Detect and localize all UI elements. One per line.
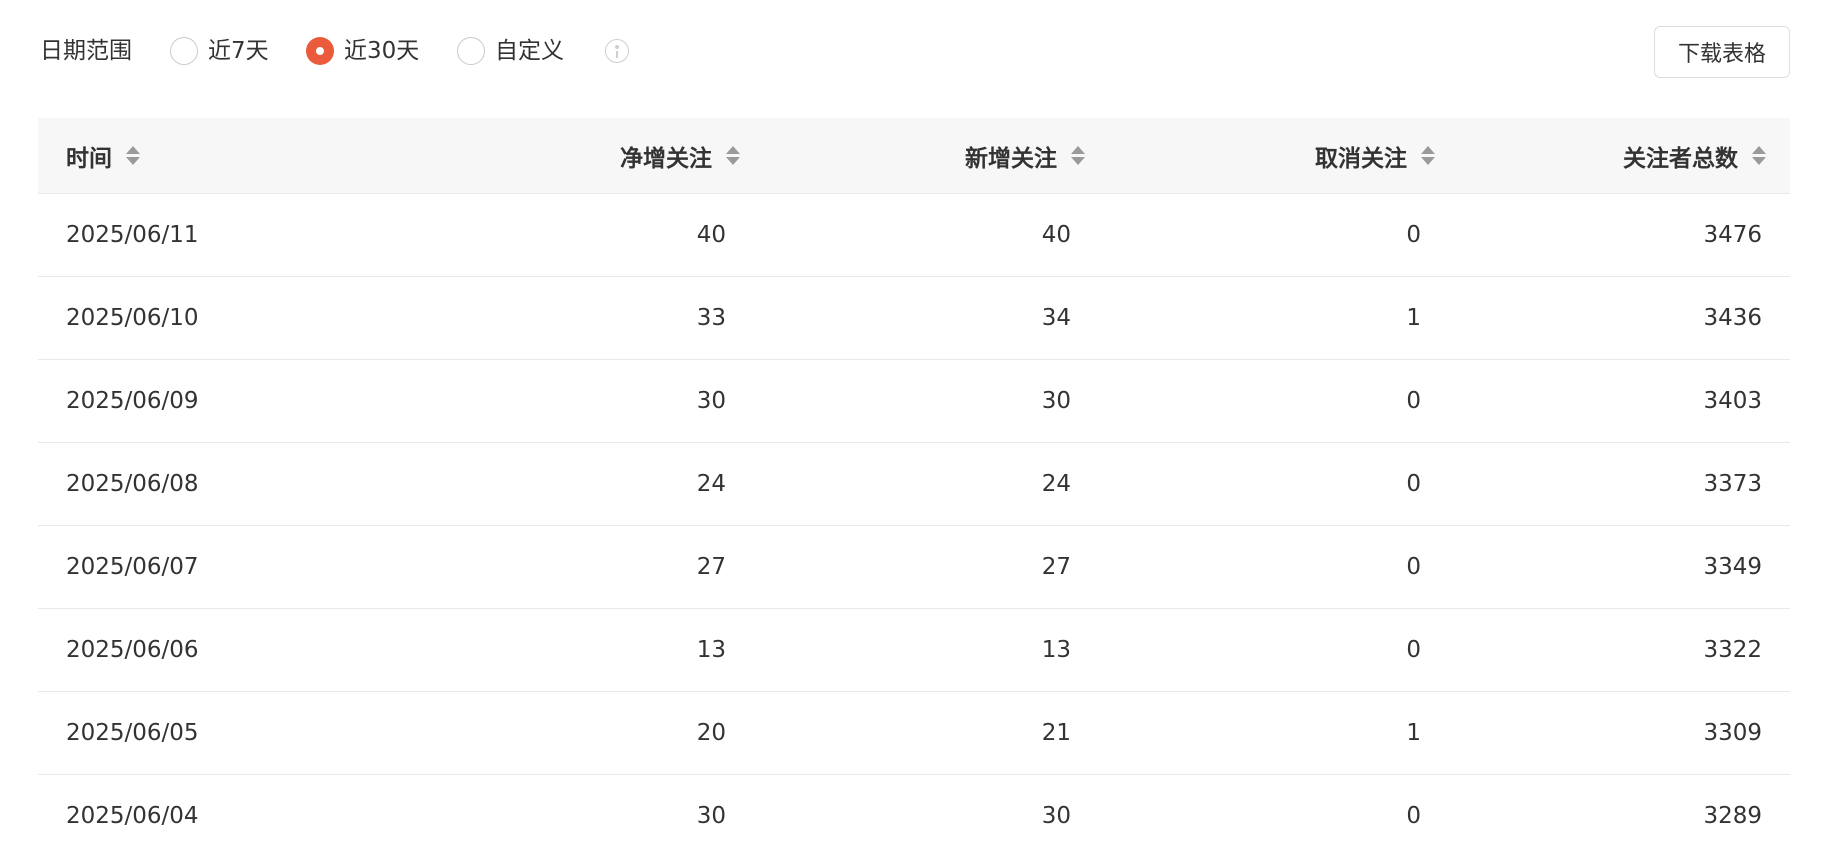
table-row: 2025/06/09 30 30 0 3403: [38, 360, 1790, 443]
cell-new: 21: [1041, 720, 1071, 746]
cell-total: 3476: [1703, 222, 1762, 248]
sort-icon[interactable]: [726, 144, 740, 168]
column-header-new-follow[interactable]: 新增关注: [768, 118, 1113, 193]
download-table-button[interactable]: 下载表格: [1654, 26, 1790, 78]
radio-circle[interactable]: [457, 37, 485, 65]
cell-net: 24: [696, 471, 726, 497]
info-icon[interactable]: [605, 39, 629, 63]
cell-net: 33: [696, 305, 726, 331]
radio-option-custom[interactable]: 自定义: [457, 37, 564, 65]
cell-new: 34: [1041, 305, 1071, 331]
date-range-label: 日期范围: [40, 38, 132, 64]
cell-new: 24: [1041, 471, 1071, 497]
cell-new: 13: [1041, 637, 1071, 663]
cell-date: 2025/06/10: [66, 305, 199, 331]
cell-date: 2025/06/04: [66, 803, 199, 829]
radio-option-30-days[interactable]: 近30天: [306, 37, 419, 65]
table-row: 2025/06/05 20 21 1 3309: [38, 692, 1790, 775]
cell-cancel: 1: [1406, 720, 1421, 746]
sort-icon[interactable]: [126, 144, 140, 168]
radio-label: 近30天: [344, 38, 420, 64]
cell-date: 2025/06/09: [66, 388, 199, 414]
table-row: 2025/06/04 30 30 0 3289: [38, 775, 1790, 852]
cell-total: 3403: [1703, 388, 1762, 414]
cell-net: 13: [696, 637, 726, 663]
cell-date: 2025/06/06: [66, 637, 199, 663]
cell-cancel: 0: [1406, 222, 1421, 248]
table-row: 2025/06/07 27 27 0 3349: [38, 526, 1790, 609]
radio-circle-checked[interactable]: [306, 37, 334, 65]
cell-cancel: 0: [1406, 637, 1421, 663]
cell-new: 40: [1041, 222, 1071, 248]
cell-net: 30: [696, 803, 726, 829]
cell-date: 2025/06/05: [66, 720, 199, 746]
sort-icon[interactable]: [1071, 144, 1085, 168]
radio-option-7-days[interactable]: 近7天: [170, 37, 269, 65]
cell-date: 2025/06/08: [66, 471, 199, 497]
cell-new: 30: [1041, 388, 1071, 414]
cell-net: 30: [696, 388, 726, 414]
cell-total: 3289: [1703, 803, 1762, 829]
cell-cancel: 1: [1406, 305, 1421, 331]
sort-icon[interactable]: [1421, 144, 1435, 168]
cell-cancel: 0: [1406, 554, 1421, 580]
column-header-unfollow[interactable]: 取消关注: [1113, 118, 1463, 193]
followers-table: 时间 净增关注 新增关注 取消关注 关注者总数 2025/06/11 40 40…: [38, 118, 1790, 852]
column-header-net-follow[interactable]: 净增关注: [398, 118, 768, 193]
cell-total: 3436: [1703, 305, 1762, 331]
cell-date: 2025/06/07: [66, 554, 199, 580]
cell-total: 3373: [1703, 471, 1762, 497]
cell-total: 3322: [1703, 637, 1762, 663]
filter-toolbar: 日期范围 近7天 近30天 自定义 下载表格: [40, 24, 1790, 78]
cell-net: 27: [696, 554, 726, 580]
table-header: 时间 净增关注 新增关注 取消关注 关注者总数: [38, 118, 1790, 194]
column-header-total-followers[interactable]: 关注者总数: [1463, 118, 1790, 193]
cell-net: 40: [696, 222, 726, 248]
cell-cancel: 0: [1406, 471, 1421, 497]
column-header-time[interactable]: 时间: [38, 118, 398, 193]
radio-label: 自定义: [495, 38, 564, 64]
radio-circle[interactable]: [170, 37, 198, 65]
radio-label: 近7天: [208, 38, 269, 64]
cell-net: 20: [696, 720, 726, 746]
table-row: 2025/06/11 40 40 0 3476: [38, 194, 1790, 277]
cell-new: 30: [1041, 803, 1071, 829]
cell-total: 3349: [1703, 554, 1762, 580]
cell-cancel: 0: [1406, 803, 1421, 829]
cell-cancel: 0: [1406, 388, 1421, 414]
table-row: 2025/06/08 24 24 0 3373: [38, 443, 1790, 526]
cell-total: 3309: [1703, 720, 1762, 746]
sort-icon[interactable]: [1752, 144, 1766, 168]
table-row: 2025/06/06 13 13 0 3322: [38, 609, 1790, 692]
cell-date: 2025/06/11: [66, 222, 199, 248]
table-row: 2025/06/10 33 34 1 3436: [38, 277, 1790, 360]
cell-new: 27: [1041, 554, 1071, 580]
